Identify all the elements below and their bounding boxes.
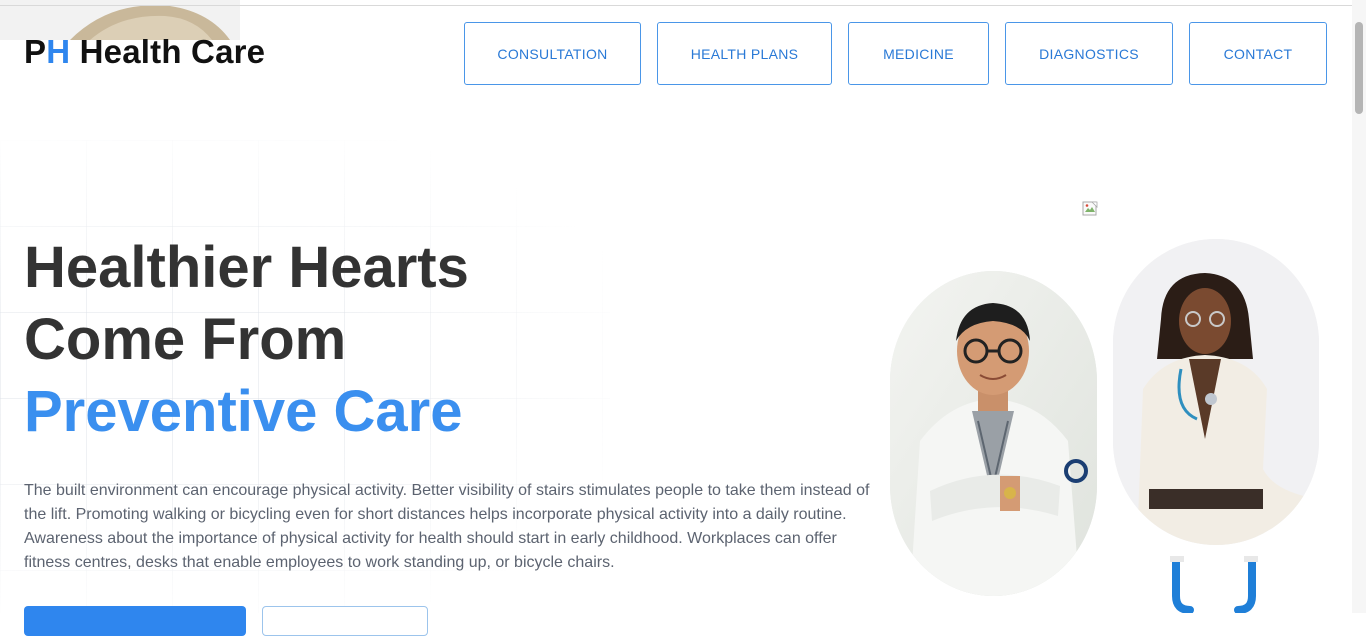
nav-contact-button[interactable]: CONTACT: [1189, 22, 1327, 85]
doctor-photo-female: [1113, 239, 1319, 545]
nav-medicine-button[interactable]: MEDICINE: [848, 22, 989, 85]
primary-cta-button[interactable]: [24, 606, 246, 636]
doctor-photo-male: [890, 271, 1097, 596]
secondary-cta-button[interactable]: [262, 606, 428, 636]
headline-line-1: Healthier Hearts: [24, 235, 469, 300]
broken-image-icon: [1082, 201, 1098, 216]
page-scrollbar[interactable]: [1352, 0, 1366, 613]
headline-line-2: Come From: [24, 307, 347, 372]
main-nav: CONSULTATION HEALTH PLANS MEDICINE DIAGN…: [0, 22, 1352, 87]
top-divider: [0, 5, 1352, 6]
scrollbar-thumb[interactable]: [1355, 22, 1363, 114]
hero-description: The built environment can encourage phys…: [24, 482, 870, 571]
nav-consultation-button[interactable]: CONSULTATION: [464, 22, 641, 85]
nav-diagnostics-button[interactable]: DIAGNOSTICS: [1005, 22, 1173, 85]
headline-line-3: Preventive Care: [24, 379, 463, 444]
hero-headline: Healthier Hearts Come From Preventive Ca…: [24, 232, 469, 448]
nav-health-plans-button[interactable]: HEALTH PLANS: [657, 22, 832, 85]
stethoscope-icon: [1170, 556, 1258, 613]
